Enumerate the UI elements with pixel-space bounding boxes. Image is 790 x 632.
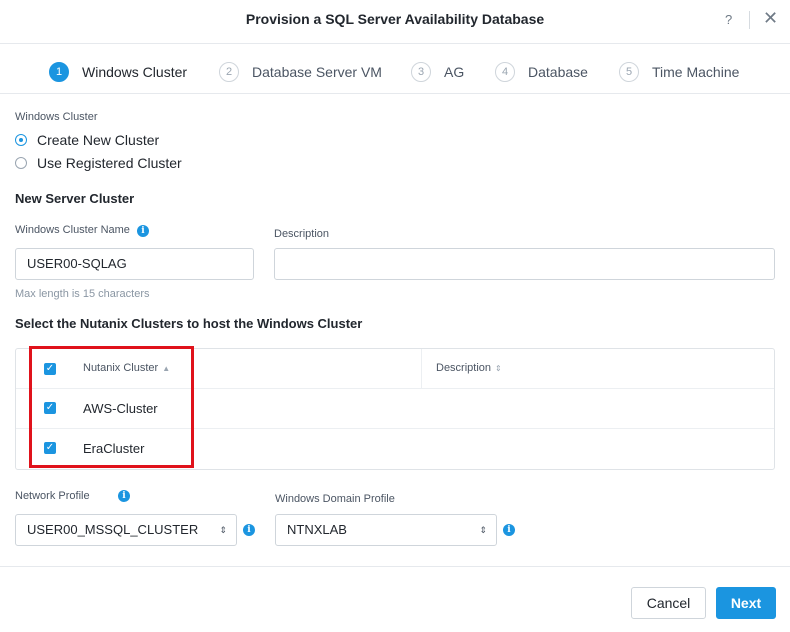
step-label: Windows Cluster [82,64,188,80]
select-caret-icon: ⇕ [479,525,487,535]
step-number: 3 [411,62,431,82]
radio-selected-icon[interactable] [15,134,27,146]
description-input[interactable] [274,248,775,280]
windows-cluster-label: Windows Cluster [15,111,98,123]
column-header-description[interactable]: Description ⇕ [436,362,502,374]
radio-use-registered-cluster[interactable]: Use Registered Cluster [15,155,182,171]
radio-label: Use Registered Cluster [37,155,182,171]
step-label: Time Machine [652,64,740,80]
nutanix-section-title: Select the Nutanix Clusters to host the … [15,316,363,331]
step-number: 1 [49,62,69,82]
cluster-name-label: Windows Cluster Name i [15,224,149,237]
cluster-name-label-text: Windows Cluster Name [15,224,130,236]
dialog-footer: Cancel Next [0,566,790,632]
step-number: 5 [619,62,639,82]
network-profile-label: Network Profile [15,490,90,502]
close-icon[interactable]: ✕ [763,8,778,29]
next-button[interactable]: Next [716,587,776,619]
info-icon[interactable]: i [118,490,130,502]
cluster-name-hint: Max length is 15 characters [15,288,150,300]
info-icon[interactable]: i [503,524,515,536]
network-profile-select[interactable]: USER00_MSSQL_CLUSTER ⇕ [15,514,237,546]
select-caret-icon: ⇕ [219,525,227,535]
cluster-name-input[interactable]: USER00-SQLAG [15,248,254,280]
header-divider [749,11,750,29]
step-database-server-vm[interactable]: 2 Database Server VM [219,62,382,82]
dialog-title: Provision a SQL Server Availability Data… [245,11,545,27]
help-icon[interactable]: ? [725,12,732,27]
domain-profile-value: NTNXLAB [287,522,347,537]
step-label: Database Server VM [252,64,382,80]
network-profile-value: USER00_MSSQL_CLUSTER [27,522,199,537]
cancel-button[interactable]: Cancel [631,587,706,619]
radio-create-new-cluster[interactable]: Create New Cluster [15,132,159,148]
step-label: AG [444,64,465,80]
step-number: 2 [219,62,239,82]
new-server-cluster-title: New Server Cluster [15,191,135,206]
step-time-machine[interactable]: 5 Time Machine [619,62,739,82]
sort-icon[interactable]: ⇕ [495,364,502,373]
info-icon[interactable]: i [243,524,255,536]
domain-profile-select[interactable]: NTNXLAB ⇕ [275,514,497,546]
column-header-label: Description [436,362,492,374]
step-ag[interactable]: 3 AG [411,62,464,82]
wizard-steps: 1 Windows Cluster 2 Database Server VM 3… [0,44,790,94]
column-divider [421,349,422,389]
step-number: 4 [495,62,515,82]
domain-profile-label: Windows Domain Profile [275,493,395,505]
step-windows-cluster[interactable]: 1 Windows Cluster [49,62,187,82]
dialog-header: Provision a SQL Server Availability Data… [0,0,790,44]
step-database[interactable]: 4 Database [495,62,588,82]
description-label: Description [274,228,330,240]
radio-label: Create New Cluster [37,132,160,148]
info-icon[interactable]: i [136,225,149,237]
highlight-box [29,346,194,468]
radio-unselected-icon[interactable] [15,157,27,169]
step-label: Database [528,64,588,80]
